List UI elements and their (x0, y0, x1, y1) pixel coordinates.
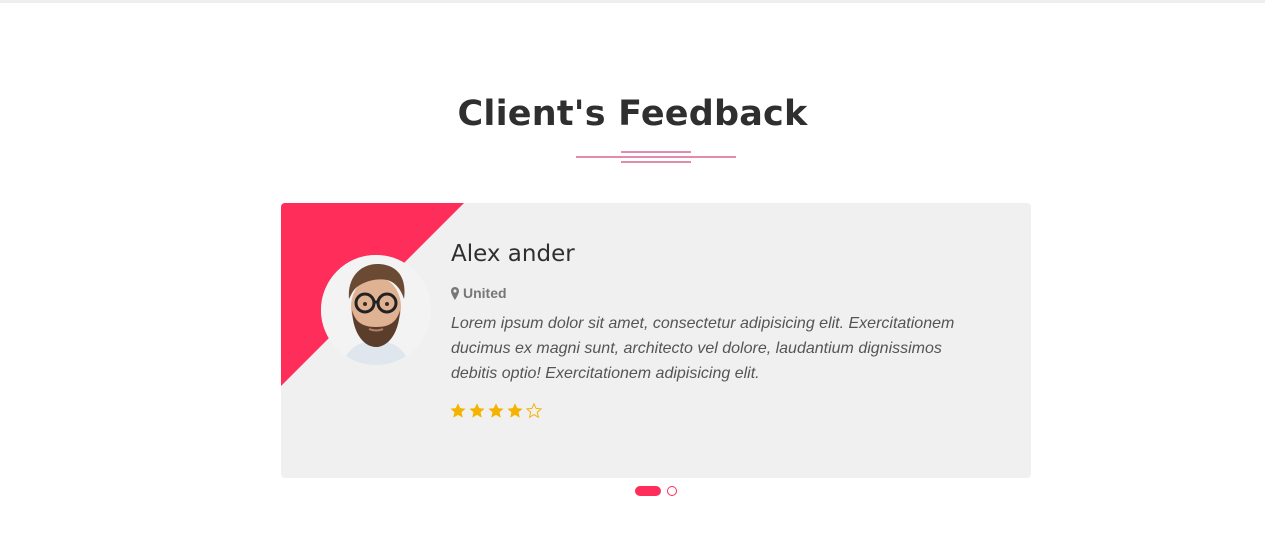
star-filled-icon (450, 403, 466, 418)
title-divider (576, 151, 736, 163)
star-rating (450, 403, 542, 419)
testimonial-quote: Lorem ipsum dolor sit amet, consectetur … (451, 315, 955, 382)
client-location: United (451, 285, 507, 301)
star-filled-icon (488, 403, 504, 418)
avatar-photo (321, 255, 431, 365)
carousel-pagination (635, 486, 677, 496)
section-title: Client's Feedback (457, 94, 808, 134)
star-filled-icon (469, 403, 485, 418)
testimonial-card: Alex ander United Lorem ipsum dolor sit … (281, 203, 1031, 478)
star-filled-icon (507, 403, 523, 418)
location-label: United (463, 285, 507, 301)
carousel-dot-active[interactable] (635, 486, 661, 496)
map-pin-icon (451, 286, 459, 300)
avatar (321, 255, 431, 365)
client-name: Alex ander (451, 241, 575, 267)
top-border (0, 0, 1265, 3)
star-empty-icon (526, 403, 542, 419)
carousel-dot[interactable] (667, 486, 677, 496)
